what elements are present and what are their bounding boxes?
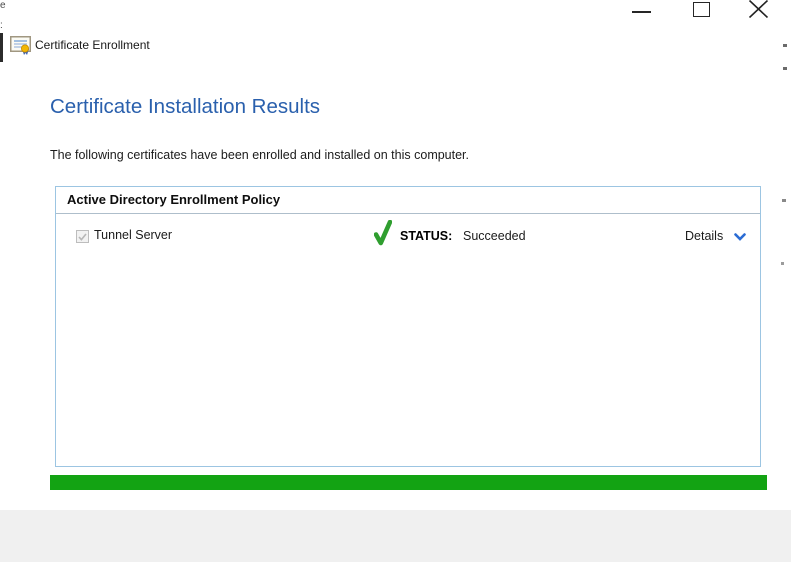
status-value: Succeeded [463,229,526,243]
success-check-icon [374,220,392,246]
right-edge-artifact [782,199,786,202]
footer-bar: Finish [0,510,791,562]
certificate-checkbox[interactable] [76,230,89,243]
page-description: The following certificates have been enr… [50,148,469,162]
page-title: Certificate Installation Results [50,95,320,119]
certificate-name: Tunnel Server [94,228,172,242]
enrollment-policy-panel: Active Directory Enrollment Policy Tunne… [55,186,761,467]
right-edge-artifact [783,67,787,70]
progress-bar [50,475,767,490]
panel-separator [56,213,760,214]
certificate-enrollment-window: e : Certificate Enrollment Certificate I… [0,0,791,565]
left-edge-artifact: : [0,21,3,31]
minimize-button[interactable] [632,11,651,13]
status-label: STATUS: [400,229,452,243]
left-edge-artifact: e [0,1,6,11]
panel-header: Active Directory Enrollment Policy [67,192,280,207]
window-title: Certificate Enrollment [35,37,150,54]
close-button[interactable] [747,0,770,18]
right-edge-artifact [781,262,784,265]
right-edge-artifact [783,44,787,47]
details-link[interactable]: Details [685,229,723,243]
chevron-down-icon[interactable] [734,233,746,241]
maximize-button[interactable] [693,2,710,17]
certificate-icon [10,36,31,55]
left-edge-artifact [0,33,3,62]
checkbox-check-icon [78,233,87,241]
